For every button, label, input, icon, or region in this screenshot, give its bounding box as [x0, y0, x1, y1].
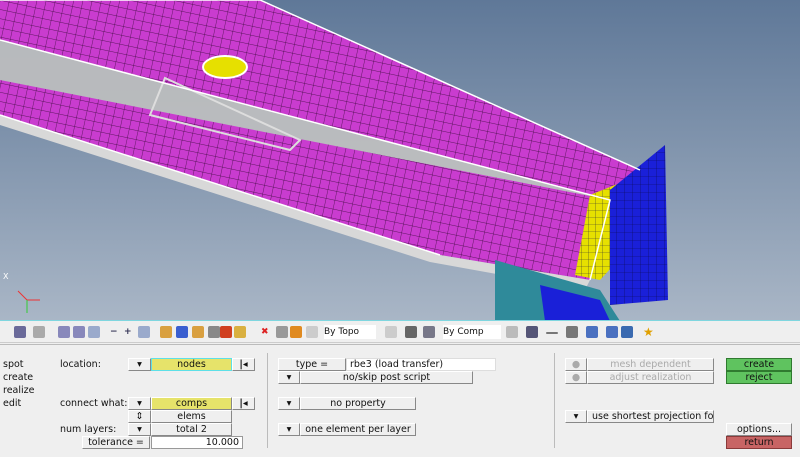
- mask-icon[interactable]: [208, 326, 220, 338]
- connect-what-label: connect what:: [60, 398, 128, 409]
- menu-spot[interactable]: spot: [3, 358, 24, 371]
- nodes-icon[interactable]: [606, 326, 618, 338]
- view-icon[interactable]: [14, 326, 26, 338]
- projection-selector[interactable]: use shortest projection for ce: [587, 410, 714, 423]
- line-icon[interactable]: [546, 332, 558, 334]
- plane-icon[interactable]: [566, 326, 578, 338]
- adjust-realization-label: adjust realization: [587, 371, 714, 384]
- isolate-icon[interactable]: [220, 326, 232, 338]
- location-label: location:: [60, 359, 101, 370]
- connect-comps-selector[interactable]: comps: [151, 397, 232, 410]
- surface-icon[interactable]: [586, 326, 598, 338]
- return-button[interactable]: return: [726, 436, 792, 449]
- connect-reset-icon[interactable]: |◂: [232, 397, 255, 410]
- connect-dropdown-icon[interactable]: ▾: [128, 397, 151, 410]
- type-input[interactable]: rbe3 (load transfer): [346, 358, 496, 371]
- create-button[interactable]: create: [726, 358, 792, 371]
- display-all-icon[interactable]: [160, 326, 172, 338]
- shade-icon[interactable]: [276, 326, 288, 338]
- connect-type-toggle[interactable]: elems: [151, 410, 232, 423]
- shaded-icon[interactable]: [526, 326, 538, 338]
- location-nodes-selector[interactable]: nodes: [151, 358, 232, 371]
- star-icon[interactable]: ★: [643, 325, 654, 339]
- mesh-dependent-checkbox[interactable]: ●: [565, 358, 587, 371]
- property-selector[interactable]: no property: [300, 397, 416, 410]
- toolbar: − + ✖ By Topo By Comp ★: [0, 322, 800, 343]
- divider: [267, 353, 268, 448]
- layers-dropdown-icon[interactable]: ▾: [128, 423, 151, 436]
- transparency-icon[interactable]: [290, 326, 302, 338]
- num-layers-label: num layers:: [60, 424, 117, 435]
- cut-icon[interactable]: [405, 326, 417, 338]
- tag-icon[interactable]: [306, 326, 318, 338]
- cube-icon[interactable]: [423, 326, 435, 338]
- menu-realize[interactable]: realize: [3, 384, 34, 397]
- arrow-left-icon[interactable]: [58, 326, 70, 338]
- projection-dropdown-icon[interactable]: ▾: [565, 410, 587, 423]
- layer-option-selector[interactable]: one element per layer: [300, 423, 416, 436]
- redo-icon[interactable]: [138, 326, 150, 338]
- location-reset-icon[interactable]: |◂: [232, 358, 255, 371]
- minus-icon[interactable]: −: [110, 325, 118, 339]
- find-icon[interactable]: [192, 326, 204, 338]
- plus-icon[interactable]: +: [124, 325, 132, 339]
- topo-select[interactable]: By Topo: [324, 325, 376, 339]
- display-none-icon[interactable]: [176, 326, 188, 338]
- wireframe-icon[interactable]: [506, 326, 518, 338]
- menu-create[interactable]: create: [3, 371, 33, 384]
- graphics-viewport[interactable]: X: [0, 0, 800, 321]
- arrow-right-icon[interactable]: [73, 326, 85, 338]
- connector-panel: spot create realize edit location: ▾ nod…: [0, 344, 800, 457]
- axis-triad-icon: [17, 290, 40, 313]
- comp-select[interactable]: By Comp: [443, 325, 501, 339]
- delete-icon[interactable]: ✖: [261, 325, 269, 339]
- post-script-dropdown-icon[interactable]: ▾: [278, 371, 300, 384]
- options-button[interactable]: options...: [726, 423, 792, 436]
- adjust-realization-checkbox[interactable]: ●: [565, 371, 587, 384]
- location-dropdown-icon[interactable]: ▾: [128, 358, 151, 371]
- divider: [554, 353, 555, 448]
- num-layers-selector[interactable]: total 2: [151, 423, 232, 436]
- axis-x-label: X: [3, 272, 9, 281]
- mesh-model: [0, 0, 668, 320]
- tolerance-label: tolerance =: [82, 436, 150, 449]
- entity-toggle-icon[interactable]: ⇕: [128, 410, 151, 423]
- type-label: type =: [278, 358, 346, 371]
- reject-button[interactable]: reject: [726, 371, 792, 384]
- menu-edit[interactable]: edit: [3, 397, 21, 410]
- property-dropdown-icon[interactable]: ▾: [278, 397, 300, 410]
- undo-icon[interactable]: [88, 326, 100, 338]
- mesh-dependent-label: mesh dependent: [587, 358, 714, 371]
- tolerance-input[interactable]: 10.000: [151, 436, 243, 449]
- lasso-icon[interactable]: [385, 326, 397, 338]
- post-script-selector[interactable]: no/skip post script: [300, 371, 473, 384]
- monitor-icon[interactable]: [621, 326, 633, 338]
- wrench-icon[interactable]: [33, 326, 45, 338]
- layer-option-dropdown-icon[interactable]: ▾: [278, 423, 300, 436]
- reverse-icon[interactable]: [234, 326, 246, 338]
